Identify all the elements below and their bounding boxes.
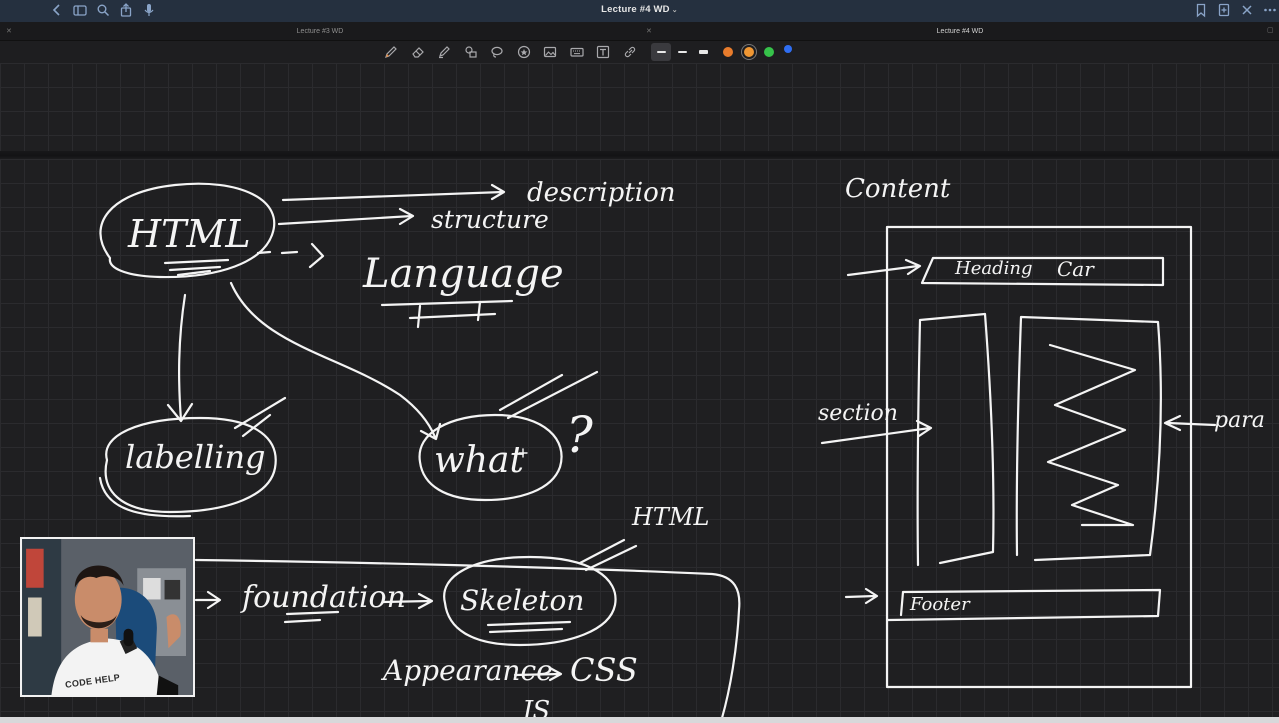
ink-arrow-heading [846, 258, 922, 277]
ink-arrow-footer [844, 587, 879, 605]
bottom-strip [0, 717, 1279, 723]
ink-arrow-what [229, 281, 442, 441]
note-labelling: labelling [125, 438, 266, 476]
webcam-overlay: CODE HELP [20, 537, 195, 697]
note-section: section [818, 401, 898, 426]
note-html: HTML [128, 212, 251, 256]
note-heading: Heading [955, 258, 1033, 279]
note-content: Content [845, 174, 951, 204]
ink-section-col [916, 312, 995, 567]
ink-html-underline [163, 258, 230, 277]
ink-zigzag [1046, 343, 1137, 527]
note-question: ? [566, 406, 593, 464]
note-appearance: Appearance [383, 654, 553, 687]
note-language: Language [363, 251, 564, 297]
note-what: what [434, 440, 524, 481]
note-foundation: foundation [242, 580, 406, 615]
note-car: Car [1057, 257, 1094, 281]
presenter-video [22, 539, 193, 695]
ink-para-col [1015, 315, 1162, 562]
ink-arrow-foundation [194, 590, 222, 610]
ink-arrow-language [256, 242, 325, 269]
note-structure: structure [431, 205, 549, 234]
note-skeleton: Skeleton [460, 584, 585, 617]
ink-arrow-labelling [166, 293, 194, 423]
note-html-small: HTML [632, 503, 710, 531]
ink-arrow-description [281, 183, 506, 202]
note-description: description [527, 178, 676, 208]
ink-language-underline [380, 299, 514, 329]
note-para: para [1214, 408, 1265, 433]
ink-skeleton-underline [486, 620, 572, 634]
ink-labelling-check [233, 396, 287, 438]
note-footer: Footer [910, 594, 970, 615]
note-css: CSS [570, 651, 638, 689]
ink-arrow-structure [277, 207, 415, 226]
